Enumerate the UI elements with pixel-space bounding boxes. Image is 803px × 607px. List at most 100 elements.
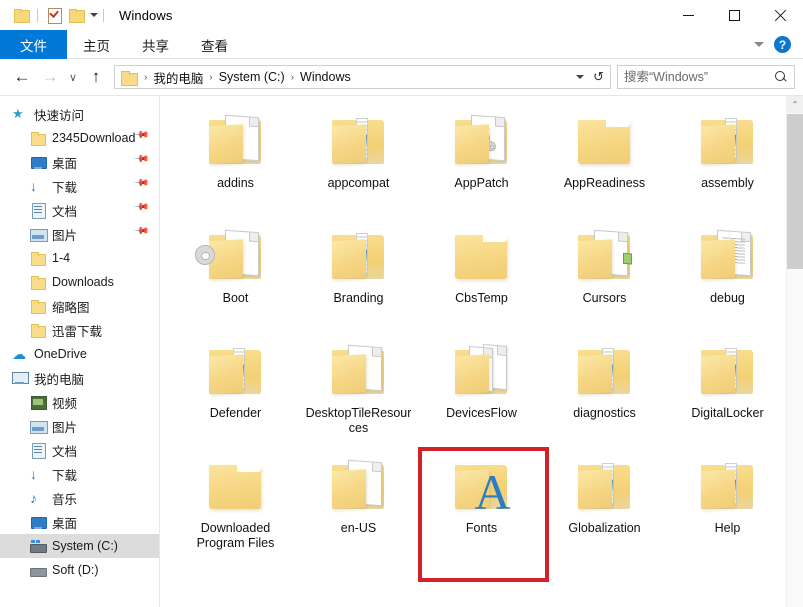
sidebar-item-label: 文档 bbox=[52, 444, 78, 459]
file-grid-item[interactable]: addins bbox=[174, 104, 297, 219]
file-grid-item[interactable]: AppReadiness bbox=[543, 104, 666, 219]
chevron-down-icon[interactable] bbox=[90, 13, 98, 17]
search-icon[interactable] bbox=[775, 70, 788, 84]
chevron-down-icon[interactable] bbox=[576, 75, 585, 79]
navigation-pane[interactable]: ★ 快速访问 2345Download 📌 桌面 📌 ↓ 下载 📌 文档 📌 图片 📌 1-4 Downlo… bbox=[0, 96, 160, 607]
breadcrumb-separator-0: › bbox=[144, 71, 148, 83]
sidebar-item-label: 缩略图 bbox=[52, 300, 90, 315]
sidebar-item-[interactable]: 图片 bbox=[0, 414, 159, 438]
sidebar-item-2345download[interactable]: 2345Download 📌 bbox=[0, 126, 159, 150]
sidebar-item-[interactable]: ♪ 音乐 bbox=[0, 486, 159, 510]
file-grid-item[interactable]: DevicesFlow bbox=[420, 334, 543, 449]
sidebar-item-label: 音乐 bbox=[52, 492, 78, 507]
file-grid-item[interactable]: AppPatch bbox=[420, 104, 543, 219]
folder-icon[interactable] bbox=[10, 4, 32, 26]
file-grid-item[interactable]: Defender bbox=[174, 334, 297, 449]
search-input[interactable] bbox=[624, 70, 771, 84]
sidebar-item-[interactable]: ★ 快速访问 bbox=[0, 102, 159, 126]
file-grid-item[interactable]: DigitalLocker bbox=[666, 334, 789, 449]
file-grid-item[interactable]: diagnostics bbox=[543, 334, 666, 449]
pc-icon bbox=[12, 370, 29, 386]
file-grid: addins appcompat AppPatch AppReadiness assem… bbox=[160, 96, 803, 564]
file-item-label: DesktopTileResources bbox=[305, 406, 412, 435]
pin-icon[interactable]: 📌 bbox=[132, 199, 149, 216]
search-box[interactable] bbox=[617, 65, 795, 89]
new-folder-icon[interactable] bbox=[65, 4, 87, 26]
desktop-icon bbox=[30, 154, 47, 170]
sidebar-item-onedrive[interactable]: ☁ OneDrive bbox=[0, 342, 159, 366]
breadcrumb-item-2[interactable]: Windows bbox=[298, 70, 353, 84]
tab-home[interactable]: 主页 bbox=[67, 30, 126, 59]
file-grid-item[interactable]: Cursors bbox=[543, 219, 666, 334]
vertical-scrollbar[interactable]: ⌃ bbox=[786, 96, 803, 607]
breadcrumb[interactable]: › 我的电脑 › System (C:) › Windows ↻ bbox=[114, 65, 611, 89]
sidebar-item-label: 下载 bbox=[52, 180, 78, 195]
pin-icon[interactable]: 📌 bbox=[132, 223, 149, 240]
file-grid-item[interactable]: A Fonts bbox=[420, 449, 543, 564]
breadcrumb-item-1[interactable]: System (C:) bbox=[217, 70, 287, 84]
sidebar-item-[interactable]: 文档 bbox=[0, 438, 159, 462]
file-grid-item[interactable]: CbsTemp bbox=[420, 219, 543, 334]
minimize-button[interactable] bbox=[665, 0, 711, 30]
sidebar-item-[interactable]: ↓ 下载 📌 bbox=[0, 174, 159, 198]
file-grid-item[interactable]: en-US bbox=[297, 449, 420, 564]
sidebar-item-system-c[interactable]: System (C:) bbox=[0, 534, 159, 558]
file-list-pane[interactable]: addins appcompat AppPatch AppReadiness assem… bbox=[160, 96, 803, 607]
sidebar-item-[interactable]: 桌面 bbox=[0, 510, 159, 534]
file-grid-item[interactable]: DesktopTileResources bbox=[297, 334, 420, 449]
tab-file[interactable]: 文件 bbox=[0, 30, 67, 59]
scroll-up-button[interactable]: ⌃ bbox=[787, 96, 803, 113]
folder-icon bbox=[30, 322, 46, 338]
help-icon[interactable]: ? bbox=[774, 36, 791, 53]
file-grid-item[interactable]: assembly bbox=[666, 104, 789, 219]
file-grid-item[interactable]: debug bbox=[666, 219, 789, 334]
file-grid-item[interactable]: Help bbox=[666, 449, 789, 564]
sidebar-item-[interactable]: 桌面 📌 bbox=[0, 150, 159, 174]
refresh-icon[interactable]: ↻ bbox=[593, 69, 604, 85]
forward-button[interactable]: → bbox=[36, 63, 64, 91]
sidebar-item-[interactable]: 迅雷下载 bbox=[0, 318, 159, 342]
sidebar-item-label: 迅雷下载 bbox=[52, 324, 103, 339]
file-grid-item[interactable]: Boot bbox=[174, 219, 297, 334]
breadcrumb-item-0[interactable]: 我的电脑 bbox=[151, 68, 205, 87]
file-grid-item[interactable]: Globalization bbox=[543, 449, 666, 564]
sidebar-item-label: 快速访问 bbox=[34, 108, 85, 123]
star-icon: ★ bbox=[12, 106, 24, 121]
sidebar-item-[interactable]: 文档 📌 bbox=[0, 198, 159, 222]
music-icon: ♪ bbox=[30, 490, 37, 506]
folder-icon bbox=[30, 298, 46, 314]
pin-icon[interactable]: 📌 bbox=[132, 151, 149, 168]
file-grid-item[interactable]: Branding bbox=[297, 219, 420, 334]
sidebar-item-downloads[interactable]: Downloads bbox=[0, 270, 159, 294]
sidebar-item-[interactable]: 视频 bbox=[0, 390, 159, 414]
breadcrumb-separator-1: › bbox=[209, 71, 213, 83]
file-item-label: Help bbox=[714, 521, 741, 535]
chevron-down-icon[interactable] bbox=[754, 42, 764, 47]
tab-view[interactable]: 查看 bbox=[185, 30, 244, 59]
pic-icon bbox=[30, 226, 48, 242]
file-grid-item[interactable]: appcompat bbox=[297, 104, 420, 219]
file-item-label: DigitalLocker bbox=[691, 406, 764, 420]
tab-share[interactable]: 共享 bbox=[126, 30, 185, 59]
sidebar-item-[interactable]: 图片 📌 bbox=[0, 222, 159, 246]
back-button[interactable]: ← bbox=[8, 63, 36, 91]
properties-icon[interactable] bbox=[43, 4, 65, 26]
sidebar-item-soft-d[interactable]: Soft (D:) bbox=[0, 558, 159, 582]
folder-icon bbox=[695, 457, 761, 517]
up-button[interactable]: ↑ bbox=[82, 63, 110, 91]
close-button[interactable] bbox=[757, 0, 803, 30]
pin-icon[interactable]: 📌 bbox=[132, 175, 149, 192]
file-item-label: diagnostics bbox=[573, 406, 636, 420]
sidebar-item-[interactable]: 缩略图 bbox=[0, 294, 159, 318]
sidebar-item-label: 1-4 bbox=[52, 251, 71, 265]
recent-locations-button[interactable]: ∨ bbox=[64, 63, 82, 91]
scrollbar-thumb[interactable] bbox=[787, 114, 803, 269]
folder-icon bbox=[326, 227, 392, 287]
sidebar-item-[interactable]: 我的电脑 bbox=[0, 366, 159, 390]
sidebar-item-[interactable]: ↓ 下载 bbox=[0, 462, 159, 486]
file-item-label: en-US bbox=[340, 521, 377, 535]
desktop-icon bbox=[30, 514, 47, 530]
maximize-button[interactable] bbox=[711, 0, 757, 30]
sidebar-item-1-4[interactable]: 1-4 bbox=[0, 246, 159, 270]
file-grid-item[interactable]: Downloaded Program Files bbox=[174, 449, 297, 564]
